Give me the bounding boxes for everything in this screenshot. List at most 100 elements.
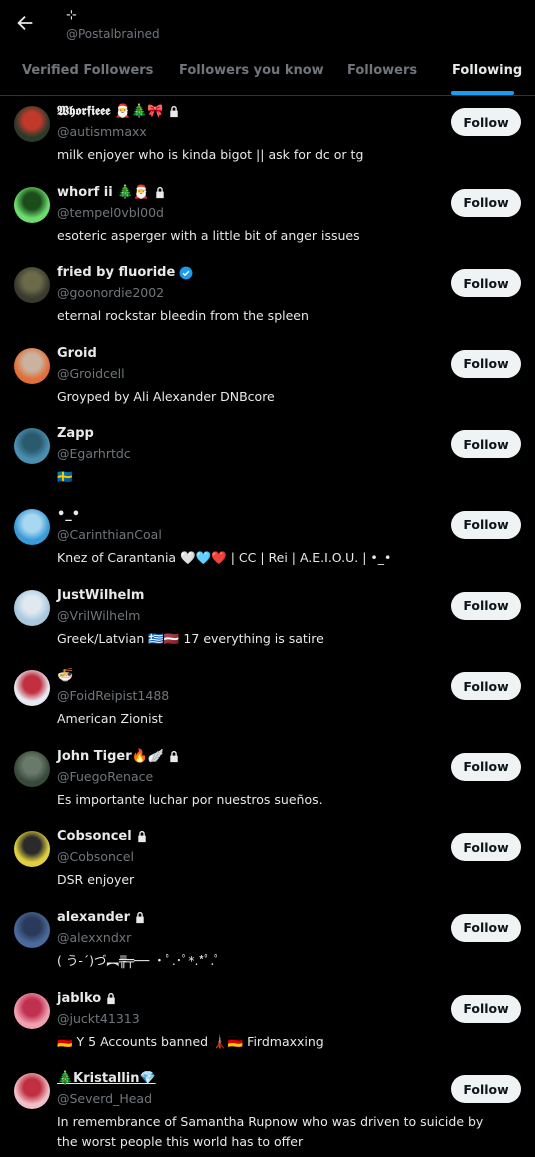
user-row[interactable]: Zapp @Egarhrtdc 🇸🇪 Follow bbox=[0, 418, 535, 499]
user-row[interactable]: •_• @CarinthianCoal Knez of Carantania 🤍🩵❤… bbox=[0, 499, 535, 580]
user-name-line[interactable]: 𝖂𝖍𝖔𝖗𝖋𝖎𝖊𝖊𝖊 🎅🎄🎀 bbox=[57, 104, 180, 119]
tab-following[interactable]: Following bbox=[452, 48, 522, 96]
user-name-line[interactable]: JustWilhelm bbox=[57, 588, 144, 603]
user-handle[interactable]: @goonordie2002 bbox=[57, 285, 164, 300]
user-name[interactable]: John Tiger🔥🪽 bbox=[57, 749, 164, 764]
user-name-line[interactable]: Zapp bbox=[57, 426, 94, 441]
user-bio: Greek/Latvian 🇬🇷🇱🇻 17 everything is sati… bbox=[57, 630, 324, 646]
user-row[interactable]: John Tiger🔥🪽 @FuegoRenace Es importante lu… bbox=[0, 741, 535, 822]
follow-button[interactable]: Follow bbox=[451, 430, 521, 459]
user-name-line[interactable]: alexander bbox=[57, 910, 146, 925]
avatar[interactable] bbox=[14, 911, 50, 948]
avatar[interactable] bbox=[14, 267, 50, 304]
user-name-line[interactable]: Groid bbox=[57, 346, 97, 361]
avatar[interactable] bbox=[14, 1073, 50, 1110]
lock-icon bbox=[155, 186, 164, 198]
user-row[interactable]: Groid @Groidcell Groyped by Ali Alexander … bbox=[0, 338, 535, 419]
avatar[interactable] bbox=[14, 508, 50, 545]
lock-icon bbox=[107, 992, 115, 1004]
user-bio: In remembrance of Samantha Rupnow who wa… bbox=[57, 1114, 484, 1150]
user-name[interactable]: JustWilhelm bbox=[57, 588, 144, 603]
follow-button[interactable]: Follow bbox=[451, 510, 521, 539]
user-handle[interactable]: @Egarhrtdc bbox=[57, 446, 131, 461]
lock-icon bbox=[170, 750, 178, 762]
user-row[interactable]: whorf ii 🎄🎅 @tempel0vbl00d esoteric asperg… bbox=[0, 177, 535, 258]
user-name-line[interactable]: jablko bbox=[57, 991, 117, 1006]
user-name[interactable]: whorf ii 🎄🎅 bbox=[57, 185, 150, 200]
follow-button[interactable]: Follow bbox=[451, 672, 521, 701]
user-name-line[interactable]: Cobsoncel bbox=[57, 829, 148, 844]
user-handle[interactable]: @CarinthianCoal bbox=[57, 527, 162, 542]
user-bio: Groyped by Ali Alexander DNBcore bbox=[57, 388, 275, 404]
user-row[interactable]: 🎄Kristallin💎 @Severd_Head In remembrance o… bbox=[0, 1063, 535, 1149]
user-bio: 🇸🇪 bbox=[57, 469, 73, 485]
user-handle[interactable]: @FuegoRenace bbox=[57, 769, 153, 784]
user-handle[interactable]: @VrilWilhelm bbox=[57, 608, 140, 623]
follow-button[interactable]: Follow bbox=[451, 752, 521, 781]
user-bio: esoteric asperger with a little bit of a… bbox=[57, 227, 360, 243]
avatar[interactable] bbox=[14, 428, 50, 465]
user-name[interactable]: alexander bbox=[57, 910, 130, 925]
user-bio: ( う-´)づ︻╦̵̵̿╤── ・ﾟ.･ﾟ*.*ﾟ.ﾟ bbox=[57, 952, 221, 968]
lock-icon bbox=[169, 105, 178, 118]
user-name-line[interactable]: •_• bbox=[57, 507, 80, 522]
tab-bar: Verified Followers Followers you know Fo… bbox=[0, 48, 535, 96]
user-handle[interactable]: @Groidcell bbox=[57, 366, 125, 381]
user-row[interactable]: jablko @juckt41313 🇩🇪 Y 5 Accounts banned … bbox=[0, 983, 535, 1064]
user-bio: 🇩🇪 Y 5 Accounts banned 🗼🇩🇪 Firdmaxxing bbox=[57, 1033, 324, 1049]
user-handle[interactable]: @alexxndxr bbox=[57, 930, 131, 945]
avatar[interactable] bbox=[14, 347, 50, 384]
user-bio: Es importante luchar por nuestros sueños… bbox=[57, 791, 323, 807]
user-row[interactable]: 𝖂𝖍𝖔𝖗𝖋𝖎𝖊𝖊𝖊 🎅🎄🎀 @autismmaxx milk enjoyer who… bbox=[0, 96, 535, 177]
avatar[interactable] bbox=[14, 186, 50, 223]
user-handle[interactable]: @Cobsoncel bbox=[57, 849, 134, 864]
user-name-line[interactable]: 🍜 bbox=[57, 668, 73, 683]
user-name[interactable]: Cobsoncel bbox=[57, 829, 132, 844]
user-handle[interactable]: @Severd_Head bbox=[57, 1091, 152, 1106]
user-name[interactable]: 🍜 bbox=[57, 668, 73, 683]
avatar[interactable] bbox=[14, 670, 50, 707]
user-handle[interactable]: @autismmaxx bbox=[57, 124, 147, 139]
user-name[interactable]: fried by fluoride bbox=[57, 265, 175, 280]
user-name[interactable]: 🎄Kristallin💎 bbox=[57, 1071, 156, 1086]
user-name[interactable]: Groid bbox=[57, 346, 97, 361]
tab-followers[interactable]: Followers bbox=[347, 48, 417, 96]
follow-button[interactable]: Follow bbox=[451, 108, 521, 136]
user-handle[interactable]: @tempel0vbl00d bbox=[57, 205, 164, 220]
follow-button[interactable]: Follow bbox=[451, 994, 521, 1023]
user-row[interactable]: Cobsoncel @Cobsoncel DSR enjoyer Follow bbox=[0, 821, 535, 902]
user-bio: American Zionist bbox=[57, 711, 163, 727]
avatar[interactable] bbox=[14, 992, 50, 1029]
follow-button[interactable]: Follow bbox=[451, 1075, 521, 1104]
avatar[interactable] bbox=[14, 106, 50, 142]
avatar[interactable] bbox=[14, 750, 50, 787]
user-name-line[interactable]: 🎄Kristallin💎 bbox=[57, 1071, 156, 1086]
active-tab-indicator bbox=[451, 91, 514, 95]
user-row[interactable]: JustWilhelm @VrilWilhelm Greek/Latvian 🇬🇷🇱… bbox=[0, 580, 535, 661]
user-handle[interactable]: @FoidReipist1488 bbox=[57, 688, 169, 703]
user-row[interactable]: fried by fluoride @goonordie2002 eternal r… bbox=[0, 257, 535, 338]
user-row[interactable]: alexander @alexxndxr ( う-´)づ︻╦̵̵̿╤── ・ﾟ.･ﾟ… bbox=[0, 902, 535, 983]
tab-followers-you-know[interactable]: Followers you know bbox=[179, 48, 324, 96]
user-name[interactable]: jablko bbox=[57, 991, 101, 1006]
follow-button[interactable]: Follow bbox=[451, 913, 521, 942]
follow-button[interactable]: Follow bbox=[451, 591, 521, 620]
user-handle[interactable]: @juckt41313 bbox=[57, 1011, 140, 1026]
tab-verified-followers[interactable]: Verified Followers bbox=[22, 48, 153, 96]
follow-button[interactable]: Follow bbox=[451, 269, 521, 298]
follow-button[interactable]: Follow bbox=[451, 349, 521, 378]
user-name-line[interactable]: John Tiger🔥🪽 bbox=[57, 749, 180, 764]
profile-name: ⊹ bbox=[66, 8, 77, 23]
user-name[interactable]: 𝖂𝖍𝖔𝖗𝖋𝖎𝖊𝖊𝖊 🎅🎄🎀 bbox=[57, 104, 164, 119]
back-arrow-icon[interactable] bbox=[14, 12, 36, 34]
follow-button[interactable]: Follow bbox=[451, 188, 521, 217]
user-name-line[interactable]: whorf ii 🎄🎅 bbox=[57, 185, 166, 200]
follow-button[interactable]: Follow bbox=[451, 833, 521, 862]
user-name-line[interactable]: fried by fluoride bbox=[57, 265, 193, 280]
user-row[interactable]: 🍜 @FoidReipist1488 American Zionist Follow bbox=[0, 660, 535, 741]
avatar[interactable] bbox=[14, 589, 50, 626]
user-name[interactable]: •_• bbox=[57, 507, 80, 522]
user-bio: milk enjoyer who is kinda bigot || ask f… bbox=[57, 147, 364, 162]
avatar[interactable] bbox=[14, 831, 50, 868]
user-name[interactable]: Zapp bbox=[57, 426, 94, 441]
